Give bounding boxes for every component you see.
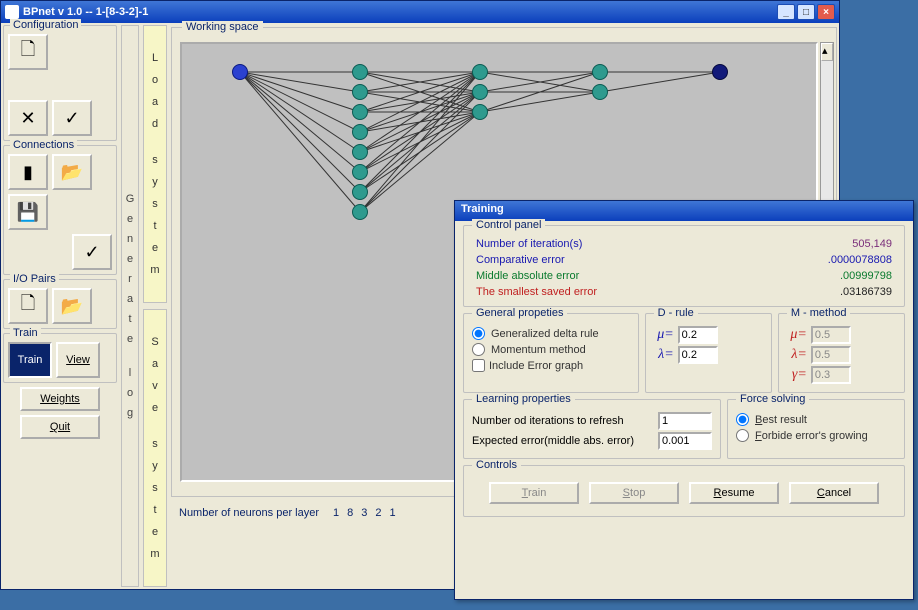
comp-error-value: .0000078808 xyxy=(828,254,892,266)
mid-abs-value: .00999798 xyxy=(840,270,892,282)
iopairs-group: I/O Pairs 🗋 📂 xyxy=(3,279,117,329)
forbide-radio[interactable]: Forbide error's growing xyxy=(736,429,896,442)
neuron-node[interactable] xyxy=(712,64,728,80)
maximize-button[interactable]: □ xyxy=(797,4,815,20)
neuron-node[interactable] xyxy=(352,64,368,80)
iopairs-label: I/O Pairs xyxy=(10,273,59,285)
control-panel-group: Control panel Number of iteration(s) 505… xyxy=(463,225,905,307)
controls-group: Controls Train Stop Resume Cancel xyxy=(463,465,905,517)
left-toolbox: Configuration 🗋 ✕ ✓ Connections ▮ 📂 💾 xyxy=(1,23,119,589)
m-lambda-input xyxy=(811,346,851,364)
save-system-button[interactable]: Save system xyxy=(143,309,167,587)
close-button[interactable]: × xyxy=(817,4,835,20)
force-solving-group: Force solving Best result Forbide error'… xyxy=(727,399,905,459)
dialog-stop-button[interactable]: Stop xyxy=(589,482,679,504)
d-rule-label: D - rule xyxy=(654,307,698,319)
window-title: BPnet v 1.0 -- 1-[8-3-2]-1 xyxy=(23,6,775,18)
m-gamma-input xyxy=(811,366,851,384)
new-config-button[interactable]: 🗋 xyxy=(8,34,48,70)
expected-label: Expected error(middle abs. error) xyxy=(472,435,634,447)
footer-label: Number of neurons per layer xyxy=(179,507,319,519)
m-mu-input xyxy=(811,326,851,344)
learning-properties-group: Learning properties Number od iterations… xyxy=(463,399,721,459)
accept-config-button[interactable]: ✓ xyxy=(52,100,92,136)
include-error-checkbox[interactable]: Include Error graph xyxy=(472,359,630,372)
weights-button[interactable]: Weights xyxy=(20,387,100,411)
neuron-node[interactable] xyxy=(592,84,608,100)
mid-abs-label: Middle absolute error xyxy=(476,270,579,282)
iterations-value: 505,149 xyxy=(852,238,892,250)
neuron-node[interactable] xyxy=(592,64,608,80)
controls-label: Controls xyxy=(472,459,521,471)
iopairs-new-button[interactable]: 🗋 xyxy=(8,288,48,324)
general-label: General propeties xyxy=(472,307,567,319)
smallest-label: The smallest saved error xyxy=(476,286,597,298)
dialog-cancel-button[interactable]: Cancel xyxy=(789,482,879,504)
m-method-label: M - method xyxy=(787,307,851,319)
scroll-up-button[interactable]: ▴ xyxy=(821,43,833,61)
quit-button[interactable]: Quit xyxy=(20,415,100,439)
configuration-label: Configuration xyxy=(10,19,81,31)
dialog-train-button[interactable]: Train xyxy=(489,482,579,504)
generate-log-strip[interactable]: Generate log xyxy=(121,25,139,587)
lambda-symbol: λ= xyxy=(654,347,674,363)
train-group-label: Train xyxy=(10,327,41,339)
connections-save-button[interactable]: 💾 xyxy=(8,194,48,230)
expected-input[interactable] xyxy=(658,432,712,450)
workspace-title: Working space xyxy=(182,21,263,33)
neuron-node[interactable] xyxy=(352,124,368,140)
configuration-group: Configuration 🗋 ✕ ✓ xyxy=(3,25,117,141)
neuron-node[interactable] xyxy=(472,64,488,80)
refresh-label: Number od iterations to refresh xyxy=(472,415,624,427)
connections-label: Connections xyxy=(10,139,77,151)
app-icon xyxy=(5,5,19,19)
load-save-strip: Load system Save system xyxy=(143,25,167,587)
m-method-group: M - method μ= λ= γ= xyxy=(778,313,905,393)
dialog-resume-button[interactable]: Resume xyxy=(689,482,779,504)
best-result-radio[interactable]: Best result xyxy=(736,413,896,426)
connections-accept-button[interactable]: ✓ xyxy=(72,234,112,270)
neuron-node[interactable] xyxy=(232,64,248,80)
lambda-input[interactable] xyxy=(678,346,718,364)
neuron-node[interactable] xyxy=(352,184,368,200)
connections-new-button[interactable]: ▮ xyxy=(8,154,48,190)
m-lambda-symbol: λ= xyxy=(787,347,807,363)
mu-symbol: μ= xyxy=(654,327,674,343)
general-properties-group: General propeties Generalized delta rule… xyxy=(463,313,639,393)
smallest-value: .03186739 xyxy=(840,286,892,298)
m-mu-symbol: μ= xyxy=(787,327,807,343)
comp-error-label: Comparative error xyxy=(476,254,565,266)
mu-input[interactable] xyxy=(678,326,718,344)
neuron-node[interactable] xyxy=(352,204,368,220)
momentum-radio[interactable]: Momentum method xyxy=(472,343,630,356)
force-label: Force solving xyxy=(736,393,809,405)
view-button[interactable]: View xyxy=(56,342,100,378)
neuron-node[interactable] xyxy=(352,104,368,120)
train-button[interactable]: Train xyxy=(8,342,52,378)
neuron-node[interactable] xyxy=(352,84,368,100)
neuron-node[interactable] xyxy=(472,84,488,100)
connections-open-button[interactable]: 📂 xyxy=(52,154,92,190)
training-title[interactable]: Training xyxy=(455,201,913,221)
train-group: Train Train View xyxy=(3,333,117,383)
load-system-button[interactable]: Load system xyxy=(143,25,167,303)
minimize-button[interactable]: _ xyxy=(777,4,795,20)
iopairs-open-button[interactable]: 📂 xyxy=(52,288,92,324)
titlebar[interactable]: BPnet v 1.0 -- 1-[8-3-2]-1 _ □ × xyxy=(1,1,839,23)
neuron-node[interactable] xyxy=(472,104,488,120)
layer-numbers: 18321 xyxy=(329,507,400,519)
neuron-node[interactable] xyxy=(352,164,368,180)
generalized-delta-radio[interactable]: Generalized delta rule xyxy=(472,327,630,340)
reject-config-button[interactable]: ✕ xyxy=(8,100,48,136)
refresh-input[interactable] xyxy=(658,412,712,430)
iterations-label: Number of iteration(s) xyxy=(476,238,582,250)
learning-label: Learning properties xyxy=(472,393,575,405)
connections-group: Connections ▮ 📂 💾 ✓ xyxy=(3,145,117,275)
m-gamma-symbol: γ= xyxy=(787,367,807,383)
d-rule-group: D - rule μ= λ= xyxy=(645,313,772,393)
training-dialog[interactable]: Training Control panel Number of iterati… xyxy=(454,200,914,600)
control-panel-label: Control panel xyxy=(472,219,545,231)
neuron-node[interactable] xyxy=(352,144,368,160)
